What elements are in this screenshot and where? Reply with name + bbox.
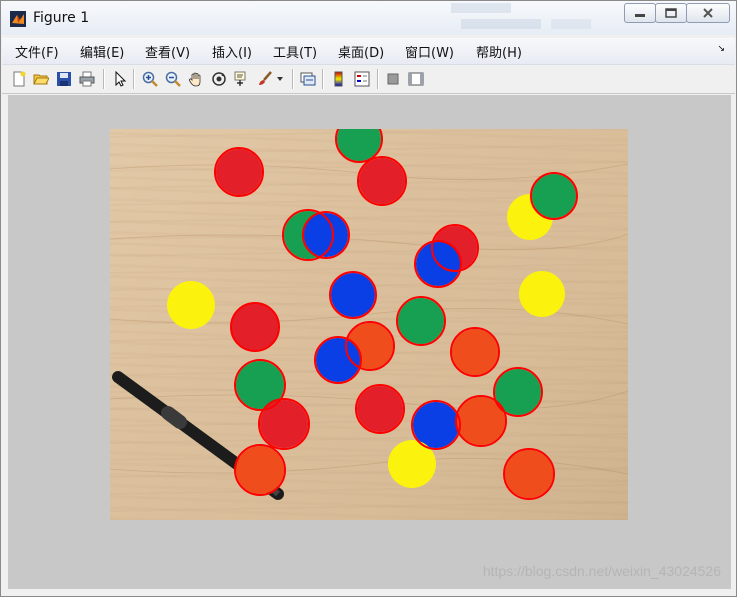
menu-bar: 文件(F) 编辑(E) 查看(V) 插入(I) 工具(T) 桌面(D) 窗口(W…: [2, 38, 735, 65]
open-file-icon[interactable]: [32, 70, 50, 88]
data-cursor-icon[interactable]: [233, 70, 251, 88]
menu-view[interactable]: 查看(V): [145, 42, 190, 61]
save-icon[interactable]: [55, 70, 73, 88]
matlab-icon: [10, 11, 26, 27]
menu-help[interactable]: 帮助(H): [476, 42, 522, 61]
brush-dropdown-icon[interactable]: [275, 70, 285, 88]
title-bar[interactable]: Figure 1: [1, 1, 736, 35]
link-plot-icon[interactable]: [299, 70, 317, 88]
watermark-text: https://blog.csdn.net/weixin_43024526: [482, 563, 721, 579]
background-window-ghost: [451, 3, 591, 29]
brush-icon[interactable]: [256, 70, 274, 88]
menu-desktop[interactable]: 桌面(D): [338, 42, 384, 61]
menu-file[interactable]: 文件(F): [15, 42, 59, 61]
rotate-3d-icon[interactable]: [210, 70, 228, 88]
restore-button[interactable]: [655, 3, 687, 23]
legend-icon[interactable]: [353, 70, 371, 88]
hide-plot-tools-icon[interactable]: [384, 70, 402, 88]
figure-window: Figure 1 文件(F) 编辑(E) 查看(V) 插入(I) 工具(T) 桌…: [0, 0, 737, 597]
close-icon: [703, 8, 713, 18]
zoom-out-icon[interactable]: [164, 70, 182, 88]
menu-insert[interactable]: 插入(I): [212, 42, 252, 61]
minimize-button[interactable]: [624, 3, 656, 23]
print-icon[interactable]: [78, 70, 96, 88]
new-figure-icon[interactable]: [10, 70, 28, 88]
zoom-in-icon[interactable]: [141, 70, 159, 88]
figure-canvas[interactable]: https://blog.csdn.net/weixin_43024526: [8, 95, 731, 589]
colorbar-icon[interactable]: [330, 70, 348, 88]
show-plot-tools-icon[interactable]: [407, 70, 425, 88]
coins-image: [110, 129, 628, 520]
close-button[interactable]: [686, 3, 730, 23]
menu-dock-arrow-icon[interactable]: ↘: [717, 44, 725, 54]
menu-tools[interactable]: 工具(T): [273, 42, 317, 61]
figure-toolbar: [2, 65, 735, 94]
edit-plot-arrow-icon[interactable]: [111, 70, 129, 88]
pan-hand-icon[interactable]: [187, 70, 205, 88]
menu-edit[interactable]: 编辑(E): [80, 42, 124, 61]
restore-icon: [665, 8, 677, 18]
minimize-icon: [635, 14, 645, 17]
coins-detection-svg: [110, 129, 628, 500]
menu-window[interactable]: 窗口(W): [405, 42, 454, 61]
window-title: Figure 1: [33, 10, 90, 26]
